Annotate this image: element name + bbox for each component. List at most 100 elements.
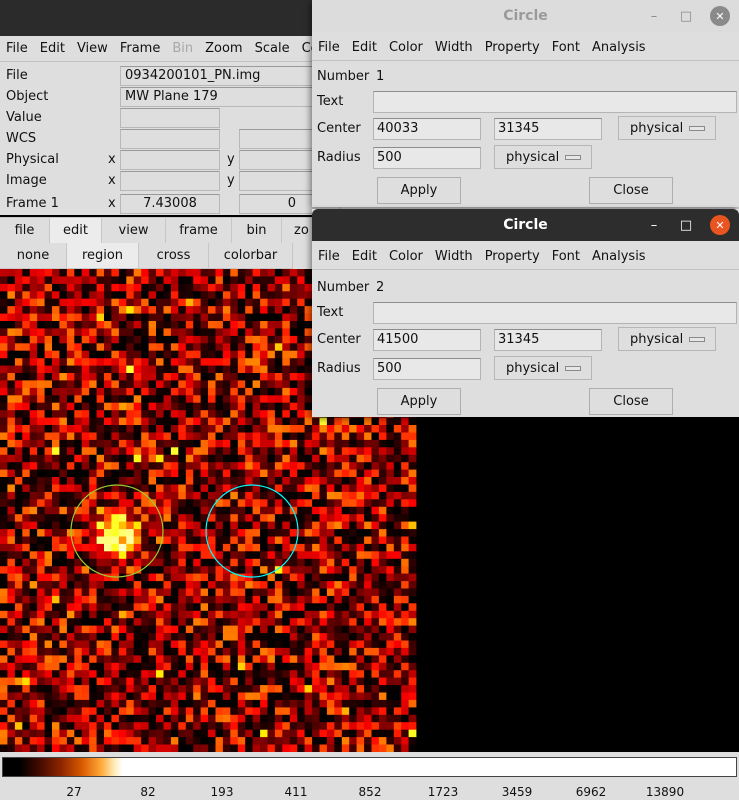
btn-none[interactable]: none bbox=[0, 243, 67, 269]
dialog2-radius-input[interactable]: 500 bbox=[373, 358, 481, 380]
dialog1-menu-color[interactable]: Color bbox=[383, 40, 429, 55]
object-label: Object bbox=[6, 89, 49, 104]
dialog2-radius-label: Radius bbox=[317, 361, 361, 376]
dialog1-menu-width[interactable]: Width bbox=[429, 40, 479, 55]
menu-scale[interactable]: Scale bbox=[249, 41, 296, 56]
dialog1-titlebar[interactable]: Circle – □ ✕ bbox=[312, 0, 739, 32]
colorbar-tick: 411 bbox=[284, 785, 308, 799]
dropdown-indicator-icon bbox=[689, 337, 705, 342]
dialog1-radius-units-value: physical bbox=[506, 149, 560, 165]
colorbar-gradient bbox=[3, 758, 123, 776]
dialog2-menu-property[interactable]: Property bbox=[479, 249, 546, 264]
circle-dialog-2: Circle – □ ✕ File Edit Color Width Prope… bbox=[312, 209, 739, 417]
colorbar: 27 82 193 411 852 1723 3459 6962 13890 bbox=[0, 752, 739, 800]
dialog1-radius-units-select[interactable]: physical bbox=[494, 145, 592, 169]
frame-x-label: x bbox=[108, 196, 116, 211]
btn-file[interactable]: file bbox=[0, 218, 50, 244]
dialog2-menu-analysis[interactable]: Analysis bbox=[586, 249, 652, 264]
dialog2-menu-color[interactable]: Color bbox=[383, 249, 429, 264]
dialog2-title: Circle bbox=[503, 217, 548, 233]
dialog1-text-label: Text bbox=[317, 94, 344, 109]
dialog1-radius-input[interactable]: 500 bbox=[373, 147, 481, 169]
file-value: 0934200101_PN.img bbox=[120, 66, 320, 86]
dialog1-center-system-value: physical bbox=[630, 120, 684, 136]
dialog2-number-label: Number bbox=[317, 280, 370, 295]
dialog2-menu-font[interactable]: Font bbox=[546, 249, 586, 264]
image-y-label: y bbox=[227, 173, 235, 188]
maximize-icon[interactable]: □ bbox=[676, 6, 696, 26]
zoom-value: 7.43008 bbox=[120, 194, 220, 214]
dialog2-radius-units-value: physical bbox=[506, 360, 560, 376]
dropdown-indicator-icon bbox=[689, 126, 705, 131]
dialog1-center-y-input[interactable]: 31345 bbox=[494, 118, 602, 140]
dialog2-apply-button[interactable]: Apply bbox=[377, 388, 461, 415]
minimize-icon[interactable]: – bbox=[644, 6, 664, 26]
minimize-icon[interactable]: – bbox=[644, 215, 664, 235]
dialog2-text-label: Text bbox=[317, 305, 344, 320]
btn-edit[interactable]: edit bbox=[50, 218, 102, 244]
btn-region[interactable]: region bbox=[67, 243, 139, 269]
dialog1-menu-font[interactable]: Font bbox=[546, 40, 586, 55]
colorbar-tick: 82 bbox=[140, 785, 156, 799]
btn-colorbar[interactable]: colorbar bbox=[209, 243, 293, 269]
dialog2-number-value: 2 bbox=[376, 280, 385, 295]
dropdown-indicator-icon bbox=[565, 366, 581, 371]
maximize-icon[interactable]: □ bbox=[676, 215, 696, 235]
dialog1-menu-property[interactable]: Property bbox=[479, 40, 546, 55]
dialog2-center-system-value: physical bbox=[630, 331, 684, 347]
colorbar-gradient-box bbox=[2, 757, 737, 777]
colorbar-tick: 3459 bbox=[501, 785, 533, 799]
dialog1-center-system-select[interactable]: physical bbox=[618, 116, 716, 140]
dialog1-radius-label: Radius bbox=[317, 150, 361, 165]
dialog1-number-label: Number bbox=[317, 69, 370, 84]
dialog2-titlebar[interactable]: Circle – □ ✕ bbox=[312, 209, 739, 241]
dialog2-close-button[interactable]: Close bbox=[589, 388, 673, 415]
dialog1-center-x-input[interactable]: 40033 bbox=[373, 118, 481, 140]
dialog1-close-button[interactable]: Close bbox=[589, 177, 673, 204]
dialog2-menubar: File Edit Color Width Property Font Anal… bbox=[312, 244, 739, 270]
dialog2-menu-file[interactable]: File bbox=[312, 249, 346, 264]
colorbar-tick: 6962 bbox=[575, 785, 607, 799]
close-icon[interactable]: ✕ bbox=[710, 6, 730, 26]
dropdown-indicator-icon bbox=[565, 155, 581, 160]
menu-file[interactable]: File bbox=[0, 41, 34, 56]
dialog1-number-value: 1 bbox=[376, 69, 385, 84]
dialog2-radius-units-select[interactable]: physical bbox=[494, 356, 592, 380]
menu-bin: Bin bbox=[172, 41, 194, 56]
dialog2-center-y-input[interactable]: 31345 bbox=[494, 329, 602, 351]
dialog1-text-input[interactable] bbox=[373, 91, 737, 113]
physical-y-field bbox=[239, 150, 319, 170]
wcs-y-field bbox=[239, 129, 319, 149]
physical-x-label: x bbox=[108, 152, 116, 167]
dialog2-center-system-select[interactable]: physical bbox=[618, 327, 716, 351]
image-y-field bbox=[239, 171, 319, 191]
dialog1-menu-analysis[interactable]: Analysis bbox=[586, 40, 652, 55]
btn-bin[interactable]: bin bbox=[232, 218, 282, 244]
colorbar-tick: 27 bbox=[66, 785, 82, 799]
dialog1-menubar: File Edit Color Width Property Font Anal… bbox=[312, 35, 739, 61]
wcs-label: WCS bbox=[6, 131, 37, 146]
btn-frame[interactable]: frame bbox=[166, 218, 232, 244]
dialog1-menu-file[interactable]: File bbox=[312, 40, 346, 55]
image-x-field bbox=[120, 171, 220, 191]
dialog2-center-x-input[interactable]: 41500 bbox=[373, 329, 481, 351]
menu-zoom[interactable]: Zoom bbox=[199, 41, 248, 56]
file-label: File bbox=[6, 68, 28, 83]
image-x-label: x bbox=[108, 173, 116, 188]
dialog2-menu-width[interactable]: Width bbox=[429, 249, 479, 264]
dialog1-apply-button[interactable]: Apply bbox=[377, 177, 461, 204]
wcs-x-field bbox=[120, 129, 220, 149]
dialog2-text-input[interactable] bbox=[373, 302, 737, 324]
image-label: Image bbox=[6, 173, 47, 188]
dialog2-center-label: Center bbox=[317, 332, 361, 347]
menu-edit[interactable]: Edit bbox=[34, 41, 71, 56]
btn-cross[interactable]: cross bbox=[139, 243, 209, 269]
dialog1-menu-edit[interactable]: Edit bbox=[346, 40, 383, 55]
colorbar-tick: 1723 bbox=[427, 785, 459, 799]
menu-frame[interactable]: Frame bbox=[114, 41, 167, 56]
dialog2-menu-edit[interactable]: Edit bbox=[346, 249, 383, 264]
btn-view[interactable]: view bbox=[102, 218, 166, 244]
close-icon[interactable]: ✕ bbox=[710, 215, 730, 235]
menu-view[interactable]: View bbox=[71, 41, 114, 56]
physical-y-label: y bbox=[227, 152, 235, 167]
